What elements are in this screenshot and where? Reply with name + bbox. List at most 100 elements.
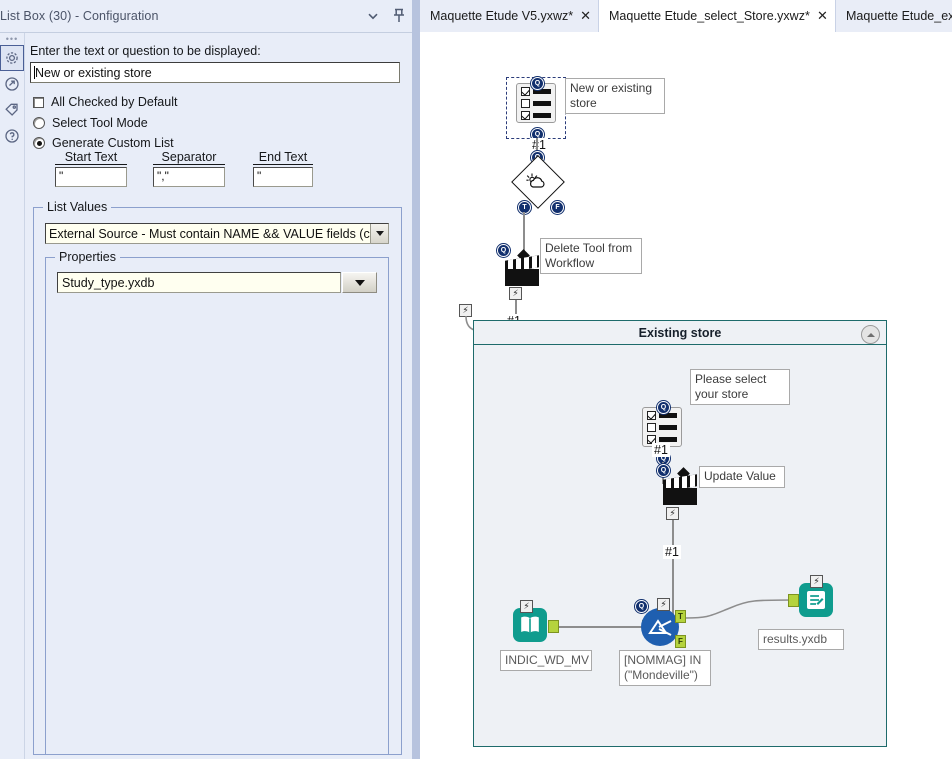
gear-icon[interactable] [0, 45, 24, 71]
list-bar [533, 112, 551, 118]
radio-circle [33, 117, 45, 129]
checkbox-checked-icon [521, 110, 530, 120]
lightning-icon[interactable]: ⚡ [666, 507, 679, 520]
config-panel-title: List Box (30) - Configuration [0, 9, 159, 23]
end-text-label: End Text [253, 150, 313, 165]
list-values-source-value: External Source - Must contain NAME && V… [49, 227, 370, 241]
chevron-down-icon[interactable] [360, 1, 386, 31]
input-data-tool[interactable] [513, 608, 547, 642]
panel-splitter[interactable] [412, 0, 420, 759]
clapper-body [663, 488, 697, 505]
tab-label: Maquette Etude_exis [846, 9, 952, 23]
properties-file-select[interactable]: Study_type.yxdb [57, 272, 377, 293]
checkbox-icon [521, 98, 530, 108]
pin-icon[interactable] [386, 1, 412, 31]
list-bar [533, 100, 551, 106]
container-title: Existing store [638, 325, 722, 340]
generate-custom-list-label: Generate Custom List [52, 136, 174, 150]
chevron-down-icon[interactable] [342, 272, 377, 293]
question-label: Enter the text or question to be display… [30, 44, 261, 58]
annotation-update-value: Update Value [699, 466, 785, 488]
help-icon[interactable] [0, 123, 24, 149]
output-port[interactable] [548, 620, 559, 633]
condition-detour-tool[interactable] [511, 155, 565, 209]
start-text-input[interactable]: " [55, 167, 127, 187]
rail-drag-dots[interactable]: ••• [0, 33, 24, 45]
connection-label: #1 [663, 545, 681, 559]
start-text-field: Start Text " [55, 150, 127, 187]
checkbox-icon [647, 422, 656, 432]
filter-to-output-wire[interactable] [686, 594, 796, 634]
tab-maquette-etude-exis[interactable]: Maquette Etude_exis [836, 0, 952, 32]
end-text-input[interactable]: " [253, 167, 313, 187]
list-values-legend: List Values [43, 200, 112, 214]
generate-custom-list-radio[interactable]: Generate Custom List [33, 136, 174, 150]
lightning-icon[interactable]: ⚡ [657, 598, 670, 611]
select-tool-mode-radio[interactable]: Select Tool Mode [33, 116, 148, 130]
lightning-icon[interactable]: ⚡ [509, 287, 522, 300]
false-output-port[interactable]: F [675, 635, 686, 648]
workflow-canvas[interactable]: Q Q New or existing store #1 Q T F Q [420, 32, 952, 759]
action-tool-delete[interactable] [505, 255, 539, 286]
config-panel-titlebar: List Box (30) - Configuration [0, 0, 412, 33]
true-output-port[interactable]: T [675, 610, 686, 623]
config-panel-body: Enter the text or question to be display… [25, 34, 411, 759]
annotation-please-select-store: Please select your store [690, 369, 790, 405]
false-output-port[interactable]: F [551, 201, 564, 214]
lightning-icon[interactable]: ⚡ [810, 575, 823, 588]
end-text-field: End Text " [253, 150, 313, 187]
wire[interactable] [559, 626, 642, 628]
document-write-icon [807, 591, 825, 609]
list-row [521, 98, 551, 108]
config-icon-rail: ••• [0, 33, 25, 759]
input-port[interactable] [788, 594, 799, 607]
connection-label: #1 [652, 443, 670, 457]
book-icon [521, 616, 539, 633]
radio-circle-selected [33, 137, 45, 149]
list-values-source-select[interactable]: External Source - Must contain NAME && V… [45, 223, 389, 244]
select-tool-mode-label: Select Tool Mode [52, 116, 148, 130]
tab-label: Maquette Etude V5.yxwz* [430, 9, 574, 23]
tab-maquette-etude-select-store[interactable]: Maquette Etude_select_Store.yxwz* ✕ [598, 0, 836, 32]
list-bar [659, 436, 677, 442]
checkbox-checked-icon [647, 410, 656, 420]
filter-tool[interactable] [641, 608, 679, 646]
tag-icon[interactable] [0, 97, 24, 123]
question-input-port[interactable]: Q [531, 77, 544, 90]
container-header[interactable]: Existing store [474, 321, 886, 345]
action-tool-update[interactable] [663, 474, 697, 505]
properties-legend: Properties [55, 250, 120, 264]
chevron-up-icon[interactable] [861, 325, 880, 344]
tab-label: Maquette Etude_select_Store.yxwz* [609, 9, 810, 23]
arrow-circle-icon[interactable] [0, 71, 24, 97]
question-input-port[interactable]: Q [657, 401, 670, 414]
separator-input[interactable]: "," [153, 167, 225, 187]
annotation-results-yxdb: results.yxdb [758, 629, 844, 650]
tab-maquette-etude-v5[interactable]: Maquette Etude V5.yxwz* ✕ [420, 0, 598, 32]
question-input-port[interactable]: Q [635, 600, 648, 613]
list-row [647, 422, 677, 432]
question-input[interactable]: New or existing store [30, 62, 400, 83]
all-checked-by-default-checkbox[interactable]: All Checked by Default [33, 95, 177, 109]
separator-field: Separator "," [153, 150, 225, 187]
list-row [521, 110, 551, 120]
checkbox-box [33, 96, 44, 108]
lightning-icon[interactable]: ⚡ [520, 600, 533, 613]
clapper-body [505, 269, 539, 286]
properties-group: Properties [45, 250, 389, 755]
close-icon[interactable]: ✕ [573, 0, 598, 32]
annotation-nommag-filter: [NOMMAG] IN ("Mondeville") [619, 650, 711, 686]
checkbox-checked-icon [521, 86, 530, 96]
start-text-label: Start Text [55, 150, 127, 165]
separator-label: Separator [153, 150, 225, 165]
connection-label: #1 [530, 138, 548, 152]
filter-icon [648, 619, 672, 636]
output-data-tool[interactable] [799, 583, 833, 617]
properties-file-value[interactable]: Study_type.yxdb [57, 272, 342, 293]
workflow-tabstrip: Maquette Etude V5.yxwz* ✕ Maquette Etude… [420, 0, 952, 32]
chevron-down-icon[interactable] [370, 224, 388, 243]
close-icon[interactable]: ✕ [810, 0, 835, 32]
annotation-delete-tool: Delete Tool from Workflow [540, 238, 642, 274]
list-bar [659, 424, 677, 430]
question-input-value: New or existing store [35, 66, 152, 80]
